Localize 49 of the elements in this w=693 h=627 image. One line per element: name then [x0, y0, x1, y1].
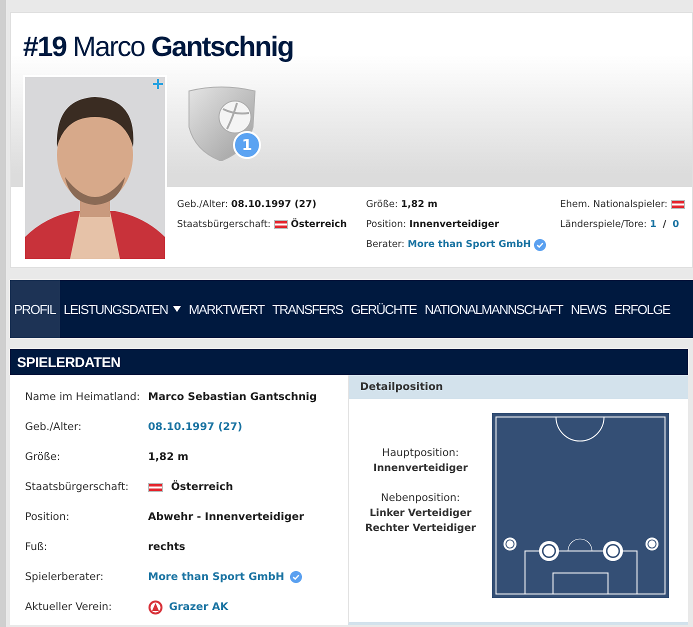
info-label: Ehem. Nationalspieler: — [560, 199, 668, 210]
field-value: Marco Sebastian Gantschnig — [148, 391, 317, 403]
info-value: 08.10.1997 (27) — [231, 199, 316, 210]
stat-link[interactable]: 1 — [650, 219, 656, 230]
value-link[interactable]: Grazer AK — [169, 601, 228, 613]
field-value: Abwehr - Innenverteidiger — [148, 511, 304, 523]
nav-tab[interactable]: NATIONALMANNSCHAFT — [420, 280, 567, 338]
position-value: Linker Verteidiger — [370, 508, 472, 519]
position-label: Hauptposition: — [382, 447, 459, 459]
info-label: Staatsbürgerschaft: — [177, 219, 271, 230]
info-label: Größe: — [366, 199, 398, 210]
field-value: rechts — [148, 541, 186, 553]
nav-tab[interactable]: NEWS — [566, 280, 610, 338]
agent-link[interactable]: More than Sport GmbH — [408, 239, 531, 250]
field-label: Fuß: — [25, 541, 48, 553]
info-value: 1,82 m — [400, 199, 438, 210]
field-label: Aktueller Verein: — [25, 601, 113, 613]
nav-tab[interactable]: PROFIL — [10, 280, 60, 338]
panel-header: Detailposition — [349, 375, 688, 399]
position-label: Nebenposition: — [380, 492, 460, 504]
separator: / — [662, 219, 668, 230]
position-value: Innenverteidiger — [373, 463, 468, 474]
player-name: #19 Marco Gantschnig — [22, 30, 294, 64]
plus-icon[interactable] — [153, 79, 163, 89]
field-label: Größe: — [25, 451, 62, 463]
value-link[interactable]: More than Sport GmbH — [148, 571, 284, 583]
field-value: 1,82 m — [148, 451, 189, 463]
stat-link[interactable]: 0 — [672, 219, 680, 230]
field-label: Staatsbürgerschaft: — [25, 481, 130, 493]
nav-tab[interactable]: LEISTUNGSDATEN — [60, 280, 185, 338]
info-value: Österreich — [290, 219, 347, 230]
info-label: Position: — [366, 219, 406, 230]
value-link[interactable]: 08.10.1997 (27) — [148, 421, 242, 433]
section-header: SPIELERDATEN — [10, 349, 688, 375]
field-label: Position: — [25, 511, 70, 523]
nav-tab[interactable]: ERFOLGE — [610, 280, 674, 338]
nav-tab[interactable]: GERÜCHTE — [346, 280, 421, 338]
info-label: Länderspiele/Tore: — [560, 219, 647, 230]
field-label: Name im Heimatland: — [25, 391, 142, 403]
nav-tab[interactable]: MARKTWERT — [184, 280, 268, 338]
info-label: Geb./Alter: — [177, 199, 228, 210]
field-label: Geb./Alter: — [25, 421, 82, 433]
field-label: Spielerberater: — [25, 571, 105, 583]
field-value: Österreich — [171, 481, 234, 493]
nav-tab[interactable]: TRANSFERS — [268, 280, 347, 338]
badge-count: 1 — [233, 131, 261, 159]
info-value: Innenverteidiger — [409, 219, 500, 230]
position-value: Rechter Verteidiger — [365, 523, 476, 534]
info-label: Berater: — [366, 239, 405, 250]
